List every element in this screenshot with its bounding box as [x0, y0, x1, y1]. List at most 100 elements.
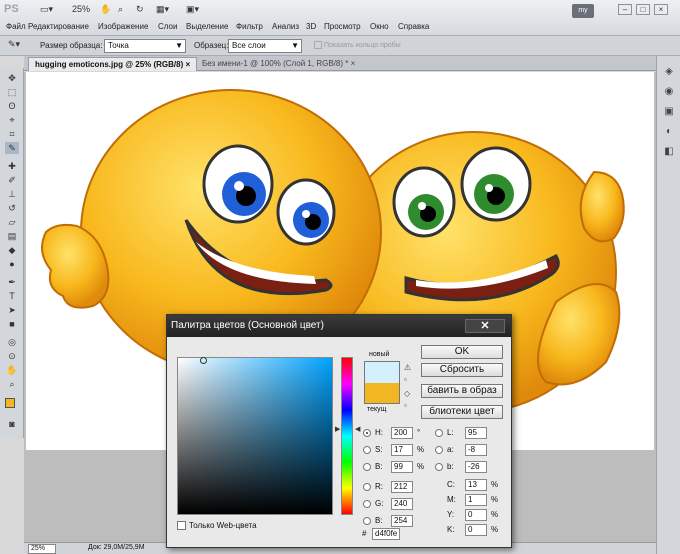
lab-b-input[interactable]: -26 [465, 461, 487, 473]
show-sampling-ring-checkbox[interactable]: Показать кольцо пробы [314, 41, 401, 49]
tab-hugging-emoticons[interactable]: hugging emoticons.jpg @ 25% (RGB/8) × [28, 57, 198, 71]
arrange-icon[interactable]: ▦▾ [156, 4, 169, 16]
move-tool-icon[interactable]: ✥ [5, 72, 19, 84]
type-tool-icon[interactable]: T [5, 290, 19, 302]
lab-l-radio[interactable] [435, 429, 443, 437]
history-panel-icon[interactable]: ◧ [662, 146, 676, 160]
hue-slider[interactable] [341, 357, 353, 515]
menu-analysis[interactable]: Анализ [272, 22, 299, 31]
menu-3d[interactable]: 3D [306, 22, 316, 31]
tab-close-icon[interactable]: × [351, 59, 356, 68]
lasso-tool-icon[interactable]: ʘ [5, 100, 19, 112]
foreground-color-swatch[interactable] [5, 398, 15, 408]
blur-tool-icon[interactable]: ◆ [5, 244, 19, 256]
healing-brush-tool-icon[interactable]: ✚ [5, 160, 19, 172]
zoom-tool-icon[interactable]: ⌕ [5, 378, 19, 390]
screen-mode-icon[interactable]: ▣▾ [186, 4, 199, 16]
pen-tool-icon[interactable]: ✒ [5, 276, 19, 288]
marquee-tool-icon[interactable]: ⬚ [5, 86, 19, 98]
sample-size-select[interactable]: Точка ▼ [104, 39, 186, 53]
menu-window[interactable]: Окно [370, 22, 389, 31]
minimize-button[interactable]: – [618, 4, 632, 15]
bridge-icon[interactable]: ▭▾ [40, 4, 53, 16]
rotate-view-icon[interactable]: ↻ [136, 4, 144, 16]
3d-orbit-tool-icon[interactable]: ⊙ [5, 350, 19, 362]
saturation-brightness-field[interactable] [177, 357, 333, 515]
current-color-swatch[interactable] [364, 383, 400, 404]
menu-layers[interactable]: Слои [158, 22, 177, 31]
saturation-radio[interactable] [363, 446, 371, 454]
hex-input[interactable]: d4f0fe [372, 528, 400, 540]
path-select-tool-icon[interactable]: ➤ [5, 304, 19, 316]
tab-close-icon[interactable]: × [185, 60, 190, 69]
gamut-warning-icon[interactable]: ⚠ [404, 363, 411, 372]
color-picker-marker[interactable] [200, 357, 207, 364]
magenta-input[interactable]: 1 [465, 494, 487, 506]
yellow-input[interactable]: 0 [465, 509, 487, 521]
cyan-input[interactable]: 13 [465, 479, 487, 491]
lab-a-radio[interactable] [435, 446, 443, 454]
menu-file[interactable]: Файл [6, 22, 26, 31]
saturation-input[interactable]: 17 [391, 444, 413, 456]
shape-tool-icon[interactable]: ■ [5, 318, 19, 330]
close-window-button[interactable]: × [654, 4, 668, 15]
zoom-level-top[interactable]: 25% [72, 4, 90, 16]
clone-stamp-tool-icon[interactable]: ⊥ [5, 188, 19, 200]
workspace-button[interactable]: my [572, 4, 594, 18]
navigator-panel-icon[interactable]: ◐ [662, 126, 676, 140]
hue-slider-left-arrow[interactable]: ▶ [335, 425, 340, 433]
hue-radio[interactable] [363, 429, 371, 437]
brightness-input[interactable]: 99 [391, 461, 413, 473]
color-libraries-button[interactable]: блиотеки цвет [421, 405, 503, 419]
menu-edit[interactable]: Редактирование [28, 22, 89, 31]
zoom-field[interactable]: 25% [28, 544, 56, 554]
reset-button[interactable]: Сбросить [421, 363, 503, 377]
menu-select[interactable]: Выделение [186, 22, 228, 31]
gamut-swatch-icon[interactable]: ▫ [404, 375, 407, 384]
eyedropper-preset-icon[interactable]: ✎▾ [8, 39, 20, 51]
menu-filter[interactable]: Фильтр [236, 22, 263, 31]
web-safe-swatch-icon[interactable]: ▫ [404, 401, 407, 410]
hue-slider-right-arrow[interactable]: ◀ [355, 425, 360, 433]
crop-tool-icon[interactable]: ⌗ [5, 128, 19, 140]
hand-tool-icon[interactable]: ✋ [5, 364, 19, 376]
web-colors-only-checkbox[interactable]: Только Web-цвета [177, 521, 257, 531]
lab-l-input[interactable]: 95 [465, 427, 487, 439]
dodge-tool-icon[interactable]: ● [5, 258, 19, 270]
hue-input[interactable]: 200 [391, 427, 413, 439]
quick-mask-icon[interactable]: ◙ [5, 418, 19, 430]
3d-rotate-tool-icon[interactable]: ◎ [5, 336, 19, 348]
brush-tool-icon[interactable]: ✐ [5, 174, 19, 186]
quick-select-tool-icon[interactable]: ⌖ [5, 114, 19, 126]
lab-a-input[interactable]: -8 [465, 444, 487, 456]
blue-radio[interactable] [363, 517, 371, 525]
eraser-tool-icon[interactable]: ▱ [5, 216, 19, 228]
eyedropper-tool-icon[interactable]: ✎ [5, 142, 19, 154]
maximize-button[interactable]: □ [636, 4, 650, 15]
black-input[interactable]: 0 [465, 524, 487, 536]
checkbox-box[interactable] [177, 521, 186, 531]
hand-tool-icon[interactable]: ✋ [100, 4, 111, 16]
red-input[interactable]: 212 [391, 481, 413, 493]
adjustments-panel-icon[interactable]: ▣ [662, 106, 676, 120]
red-radio[interactable] [363, 483, 371, 491]
add-to-swatches-button[interactable]: бавить в образ [421, 384, 503, 398]
close-icon[interactable]: ✕ [465, 319, 505, 333]
layers-panel-icon[interactable]: ◈ [662, 66, 676, 80]
menu-view[interactable]: Просмотр [324, 22, 361, 31]
lab-b-radio[interactable] [435, 463, 443, 471]
ok-button[interactable]: OK [421, 345, 503, 359]
menu-image[interactable]: Изображение [98, 22, 148, 31]
zoom-tool-icon[interactable]: ⌕ [118, 4, 123, 16]
color-panel-icon[interactable]: ◉ [662, 86, 676, 100]
green-input[interactable]: 240 [391, 498, 413, 510]
sample-select[interactable]: Все слои ▼ [228, 39, 302, 53]
tab-untitled-1[interactable]: Без имени-1 @ 100% (Слой 1, RGB/8) * × [196, 57, 361, 71]
brightness-radio[interactable] [363, 463, 371, 471]
green-radio[interactable] [363, 500, 371, 508]
web-safe-cube-icon[interactable]: ◇ [404, 389, 410, 398]
blue-input[interactable]: 254 [391, 515, 413, 527]
history-brush-tool-icon[interactable]: ↺ [5, 202, 19, 214]
gradient-tool-icon[interactable]: ▤ [5, 230, 19, 242]
menu-help[interactable]: Справка [398, 22, 429, 31]
